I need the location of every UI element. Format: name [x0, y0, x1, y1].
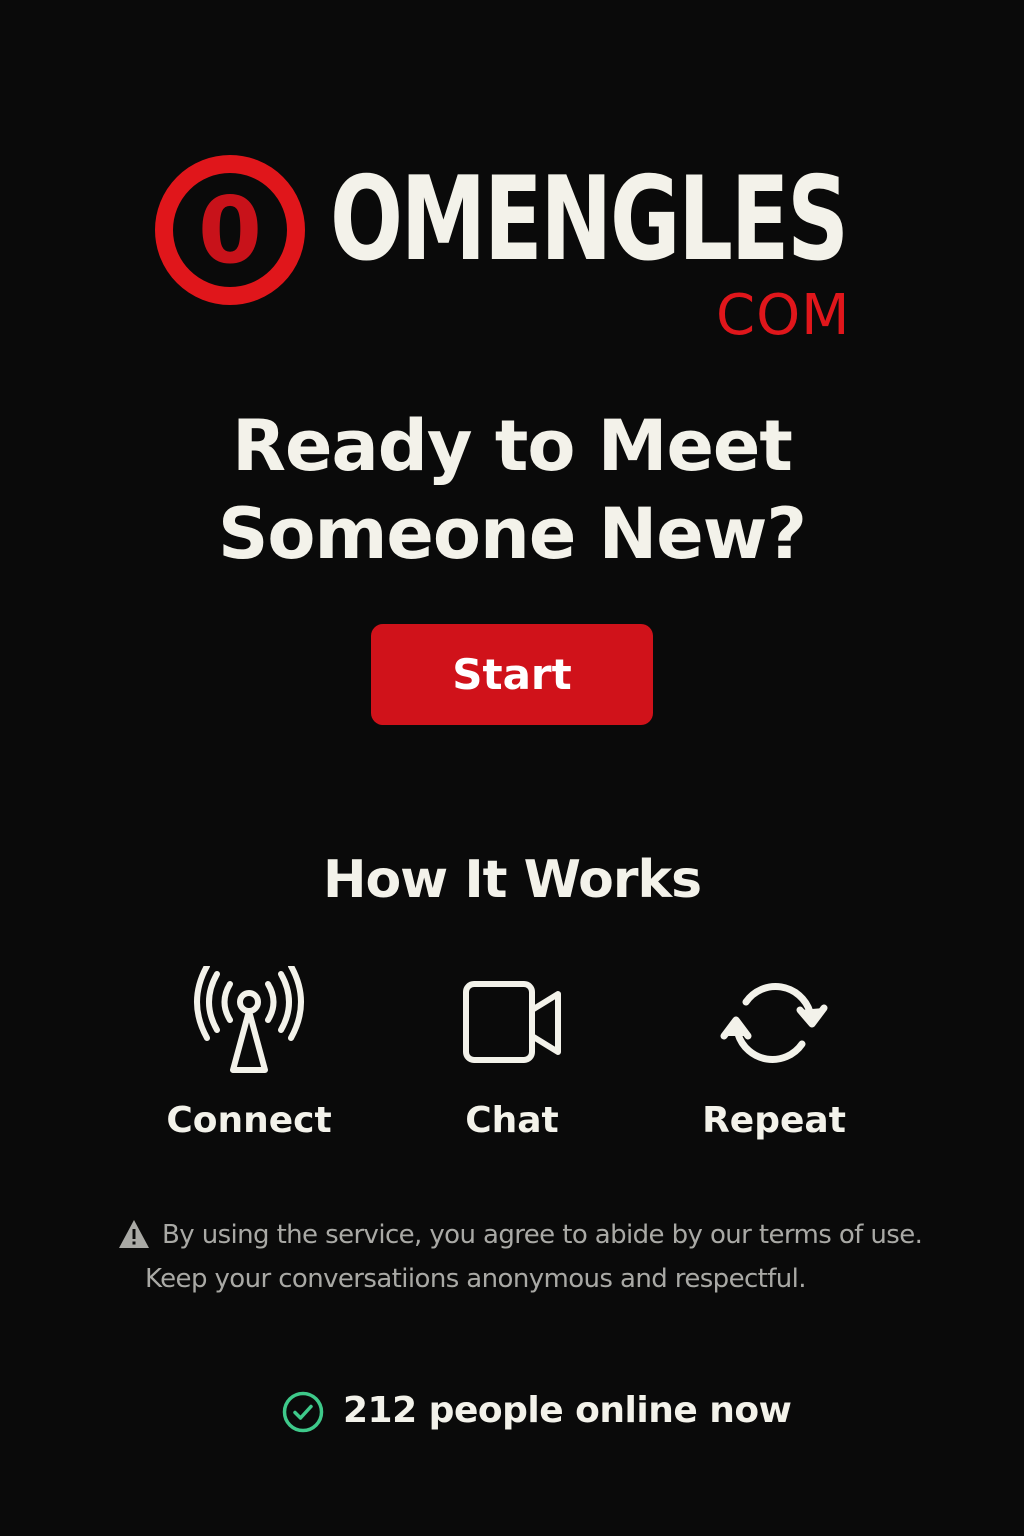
check-circle-icon [281, 1390, 325, 1434]
warning-icon [118, 1219, 150, 1249]
step-connect: Connect [119, 966, 379, 1156]
step-repeat-label: Repeat [702, 1100, 846, 1141]
logo-badge-icon: 0 [150, 150, 310, 310]
terms-notice-line2: Keep your conversatiions anonymous and r… [145, 1264, 807, 1294]
how-it-works-title: How It Works [322, 850, 702, 910]
step-repeat: Repeat [644, 966, 904, 1156]
antenna-icon [189, 966, 309, 1078]
brand-tld: COM [716, 283, 851, 348]
start-button[interactable]: Start [371, 624, 653, 725]
terms-notice-line1: By using the service, you agree to abide… [162, 1220, 923, 1250]
step-chat-label: Chat [465, 1100, 559, 1141]
step-chat: Chat [382, 966, 642, 1156]
online-count-status: 212 people online now [343, 1390, 792, 1431]
logo-badge-letter: 0 [198, 177, 262, 284]
landing-page: 0 OMENGLES COM Ready to Meet Someone New… [0, 0, 1024, 1536]
video-camera-icon [452, 966, 572, 1078]
brand-name: OMENGLES [330, 152, 849, 287]
refresh-icon [714, 966, 834, 1078]
step-connect-label: Connect [166, 1100, 332, 1141]
hero-headline-line2: Someone New? [217, 493, 807, 575]
hero-headline-line1: Ready to Meet [232, 405, 793, 487]
hero-headline: Ready to Meet Someone New? [112, 402, 912, 578]
